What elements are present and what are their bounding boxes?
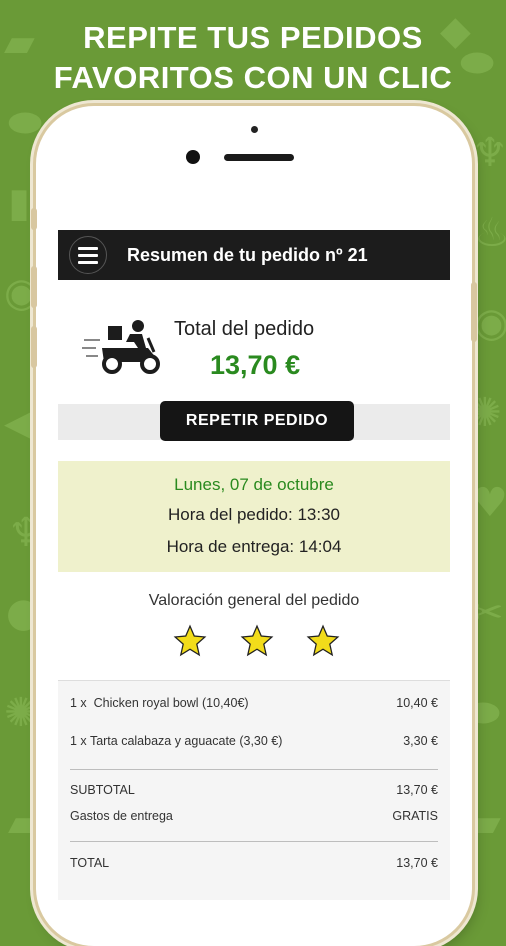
hamburger-icon-bar [78, 253, 98, 257]
phone-sensor [251, 126, 258, 133]
phone-power-button [471, 282, 477, 342]
app-screen: Resumen de tu pedido nº 21 Total del ped… [58, 230, 450, 900]
star-icon [173, 624, 207, 657]
order-dates-panel: Lunes, 07 de octubre Hora del pedido: 13… [58, 461, 450, 572]
delivery-fee-label: Gastos de entrega [70, 809, 173, 823]
total-row: TOTAL 13,70 € [70, 856, 438, 870]
page-title: Resumen de tu pedido nº 21 [127, 244, 368, 265]
subtotal-label: SUBTOTAL [70, 783, 135, 797]
headline-line-2: FAVORITOS CON UN CLIC [53, 60, 453, 95]
hamburger-icon-bar [78, 246, 98, 250]
phone-side-button [31, 208, 37, 230]
item-description: 1 x Chicken royal bowl (10,40€) [70, 696, 249, 710]
pot-icon: ◉ [474, 300, 506, 346]
rating-title: Valoración general del pedido [148, 592, 360, 609]
subtotal-value: 13,70 € [396, 783, 438, 797]
total-price: 13,70 € [210, 350, 301, 380]
list-item: 1 x Chicken royal bowl (10,40€) 10,40 € [70, 696, 438, 710]
citrus-icon: ✺ [468, 390, 502, 436]
rating-stars [58, 624, 450, 660]
ice-cream-icon: ♥ [472, 480, 506, 526]
phone-volume-up [31, 266, 37, 308]
item-name: Tarta calabaza y aguacate (3,30 €) [89, 734, 283, 748]
item-name: Chicken royal bowl (10,40€) [93, 696, 249, 710]
delivery-fee-row: Gastos de entrega GRATIS [70, 809, 438, 823]
hamburger-icon-bar [78, 260, 98, 264]
cake-icon: ♨ [474, 210, 506, 256]
divider [70, 841, 438, 842]
repeat-order-button[interactable]: REPETIR PEDIDO [160, 401, 354, 441]
divider [70, 769, 438, 770]
citrus-icon: ✺ [4, 690, 38, 736]
promo-headline: REPITE TUS PEDIDOS FAVORITOS CON UN CLIC [0, 18, 506, 98]
phone-speaker [224, 154, 294, 161]
item-qty: 1 x [70, 696, 87, 710]
phone-volume-down [31, 326, 37, 368]
delivery-fee-value: GRATIS [392, 809, 438, 823]
total-label: Total del pedido [174, 318, 315, 340]
fish-icon: ◀ [4, 400, 35, 446]
star-icon [306, 624, 340, 657]
item-price: 10,40 € [396, 696, 438, 710]
order-date: Lunes, 07 de octubre [174, 475, 334, 494]
noodles-icon: ✂ [470, 590, 504, 636]
app-bar: Resumen de tu pedido nº 21 [58, 230, 450, 280]
grand-total-value: 13,70 € [396, 856, 438, 870]
cake-icon: ▰ [470, 800, 501, 846]
order-time: Hora del pedido: 13:30 [167, 505, 341, 524]
phone-camera [186, 150, 200, 164]
item-price: 3,30 € [403, 734, 438, 748]
subtotal-row: SUBTOTAL 13,70 € [70, 783, 438, 797]
order-items-panel: 1 x Chicken royal bowl (10,40€) 10,40 € … [58, 680, 450, 900]
item-description: 1 x Tarta calabaza y aguacate (3,30 €) [70, 734, 282, 748]
delivery-time: Hora de entrega: 14:04 [166, 537, 342, 556]
item-qty: 1 x [70, 734, 87, 748]
delivery-scooter-icon [82, 320, 160, 374]
cake-icon: ▰ [8, 800, 39, 846]
bottle-icon: ▮ [8, 180, 31, 226]
grand-total-label: TOTAL [70, 856, 110, 870]
menu-button[interactable] [69, 236, 107, 274]
wine-glass-icon: ♆ [472, 130, 506, 176]
steak-icon: ⬬ [8, 100, 43, 146]
list-item: 1 x Tarta calabaza y aguacate (3,30 €) 3… [70, 734, 438, 748]
star-icon [240, 624, 274, 657]
headline-line-1: REPITE TUS PEDIDOS [83, 20, 423, 55]
order-summary: Total del pedido 13,70 € [58, 280, 450, 404]
